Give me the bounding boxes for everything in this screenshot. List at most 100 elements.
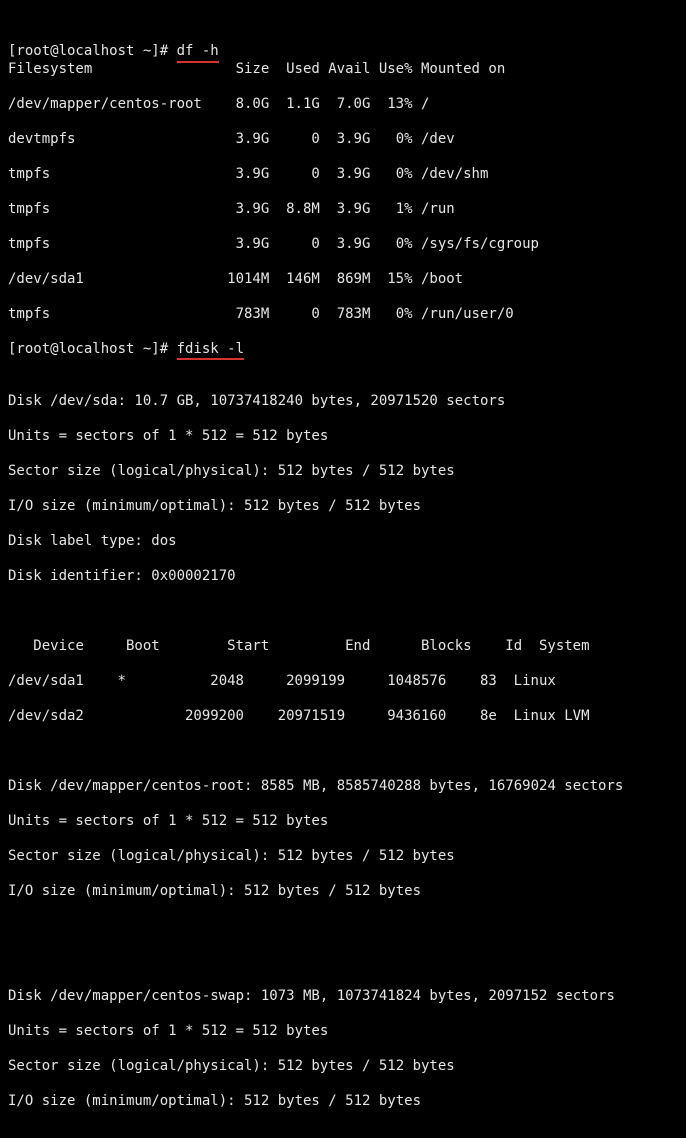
part-cell: 8e xyxy=(446,708,497,726)
part-cell: /dev/sda2 xyxy=(8,708,101,726)
part-cell: 83 xyxy=(446,673,497,691)
df-cell: 0 xyxy=(269,131,320,149)
part-cell: 2099200 xyxy=(143,708,244,726)
df-cell: 0% xyxy=(370,166,412,184)
part-cell: 20971519 xyxy=(244,708,345,726)
shell-prompt: [root@localhost ~]# xyxy=(8,341,177,357)
df-cell: 3.9G xyxy=(227,166,269,184)
df-cell: 3.9G xyxy=(320,236,371,254)
df-cell: 1.1G xyxy=(269,96,320,114)
df-cell: /dev xyxy=(413,131,455,149)
annotation-underline-icon xyxy=(177,61,219,63)
annotation-underline-icon xyxy=(177,358,244,360)
df-cell: 8.8M xyxy=(269,201,320,219)
fdisk-swap-line: Disk /dev/mapper/centos-swap: 1073 MB, 1… xyxy=(8,988,680,1006)
df-header-row: FilesystemSizeUsedAvailUse%Mounted on xyxy=(8,61,680,79)
fdisk-swap-line: Units = sectors of 1 * 512 = 512 bytes xyxy=(8,1023,680,1041)
fdisk-part-header: DeviceBootStartEndBlocksIdSystem xyxy=(8,638,680,656)
fdisk-root-line: Disk /dev/mapper/centos-root: 8585 MB, 8… xyxy=(8,778,680,796)
df-cell: tmpfs xyxy=(8,166,227,184)
df-cell: tmpfs xyxy=(8,236,227,254)
df-cell: 3.9G xyxy=(320,131,371,149)
df-cell: 7.0G xyxy=(320,96,371,114)
part-cell: /dev/sda1 xyxy=(8,673,101,691)
df-cell: /sys/fs/cgroup xyxy=(413,236,539,254)
part-cell: Linux xyxy=(497,673,556,691)
df-cell: /boot xyxy=(413,271,464,289)
fdisk-sda-line: Disk identifier: 0x00002170 xyxy=(8,568,680,586)
part-h-end: End xyxy=(269,638,370,656)
part-boot-flag: * xyxy=(101,673,143,691)
blank-line xyxy=(8,603,680,621)
df-cell: 0% xyxy=(370,236,412,254)
blank-line xyxy=(8,953,680,971)
part-h-system: System xyxy=(522,638,589,656)
df-h-mounted: Mounted on xyxy=(413,61,506,79)
command-text: df -h xyxy=(177,43,219,59)
command-fdisk: fdisk -l xyxy=(177,341,244,359)
prompt-line-1: [root@localhost ~]# df -h xyxy=(8,43,219,59)
part-boot-flag xyxy=(101,708,143,726)
df-h-filesystem: Filesystem xyxy=(8,61,227,79)
df-h-used: Used xyxy=(269,61,320,79)
part-cell: 2048 xyxy=(143,673,244,691)
df-cell: 3.9G xyxy=(320,201,371,219)
fdisk-sda-line: Disk /dev/sda: 10.7 GB, 10737418240 byte… xyxy=(8,393,680,411)
df-cell: tmpfs xyxy=(8,306,227,324)
shell-prompt: [root@localhost ~]# xyxy=(8,43,177,59)
df-cell: 0% xyxy=(370,306,412,324)
blank-line xyxy=(8,358,680,376)
df-row: /dev/sda11014M146M869M15%/boot xyxy=(8,271,680,289)
df-cell: 13% xyxy=(370,96,412,114)
fdisk-part-row: /dev/sda1*20482099199104857683Linux xyxy=(8,673,680,691)
df-h-usepct: Use% xyxy=(370,61,412,79)
df-cell: 869M xyxy=(320,271,371,289)
fdisk-root-line: Units = sectors of 1 * 512 = 512 bytes xyxy=(8,813,680,831)
blank-line xyxy=(8,743,680,761)
fdisk-swap-line: I/O size (minimum/optimal): 512 bytes / … xyxy=(8,1093,680,1111)
part-cell: 2099199 xyxy=(244,673,345,691)
df-cell: 0% xyxy=(370,131,412,149)
df-cell: 8.0G xyxy=(227,96,269,114)
blank-line xyxy=(8,918,680,936)
df-cell: 1014M xyxy=(227,271,269,289)
df-row: devtmpfs3.9G03.9G0%/dev xyxy=(8,131,680,149)
df-row: tmpfs783M0783M0%/run/user/0 xyxy=(8,306,680,324)
df-h-avail: Avail xyxy=(320,61,371,79)
df-h-size: Size xyxy=(227,61,269,79)
indent xyxy=(8,638,33,654)
df-cell: 783M xyxy=(320,306,371,324)
df-cell: / xyxy=(413,96,430,114)
part-h-blocks: Blocks xyxy=(370,638,471,656)
fdisk-swap-line: Sector size (logical/physical): 512 byte… xyxy=(8,1058,680,1076)
df-row: /dev/mapper/centos-root8.0G1.1G7.0G13%/ xyxy=(8,96,680,114)
df-cell: 1% xyxy=(370,201,412,219)
terminal-output[interactable]: [root@localhost ~]# df -h FilesystemSize… xyxy=(0,0,686,1138)
df-cell: /dev/mapper/centos-root xyxy=(8,96,227,114)
fdisk-sda-line: Sector size (logical/physical): 512 byte… xyxy=(8,463,680,481)
df-cell: 3.9G xyxy=(227,131,269,149)
df-cell: /dev/shm xyxy=(413,166,489,184)
df-cell: 0 xyxy=(269,166,320,184)
df-cell: 0 xyxy=(269,236,320,254)
part-h-device: Device xyxy=(33,638,126,656)
df-cell: /dev/sda1 xyxy=(8,271,227,289)
fdisk-sda-line: I/O size (minimum/optimal): 512 bytes / … xyxy=(8,498,680,516)
df-row: tmpfs3.9G8.8M3.9G1%/run xyxy=(8,201,680,219)
df-cell: 3.9G xyxy=(227,201,269,219)
df-cell: 146M xyxy=(269,271,320,289)
fdisk-root-line: I/O size (minimum/optimal): 512 bytes / … xyxy=(8,883,680,901)
fdisk-sda-line: Disk label type: dos xyxy=(8,533,680,551)
part-h-id: Id xyxy=(472,638,523,656)
part-cell: 1048576 xyxy=(345,673,446,691)
df-cell: /run/user/0 xyxy=(413,306,514,324)
df-cell: 3.9G xyxy=(227,236,269,254)
df-cell: /run xyxy=(413,201,455,219)
part-h-start: Start xyxy=(168,638,269,656)
fdisk-sda-line: Units = sectors of 1 * 512 = 512 bytes xyxy=(8,428,680,446)
command-df: df -h xyxy=(177,43,219,61)
part-h-boot: Boot xyxy=(126,638,168,656)
df-cell: 3.9G xyxy=(320,166,371,184)
command-text: fdisk -l xyxy=(177,341,244,357)
df-cell: 15% xyxy=(370,271,412,289)
